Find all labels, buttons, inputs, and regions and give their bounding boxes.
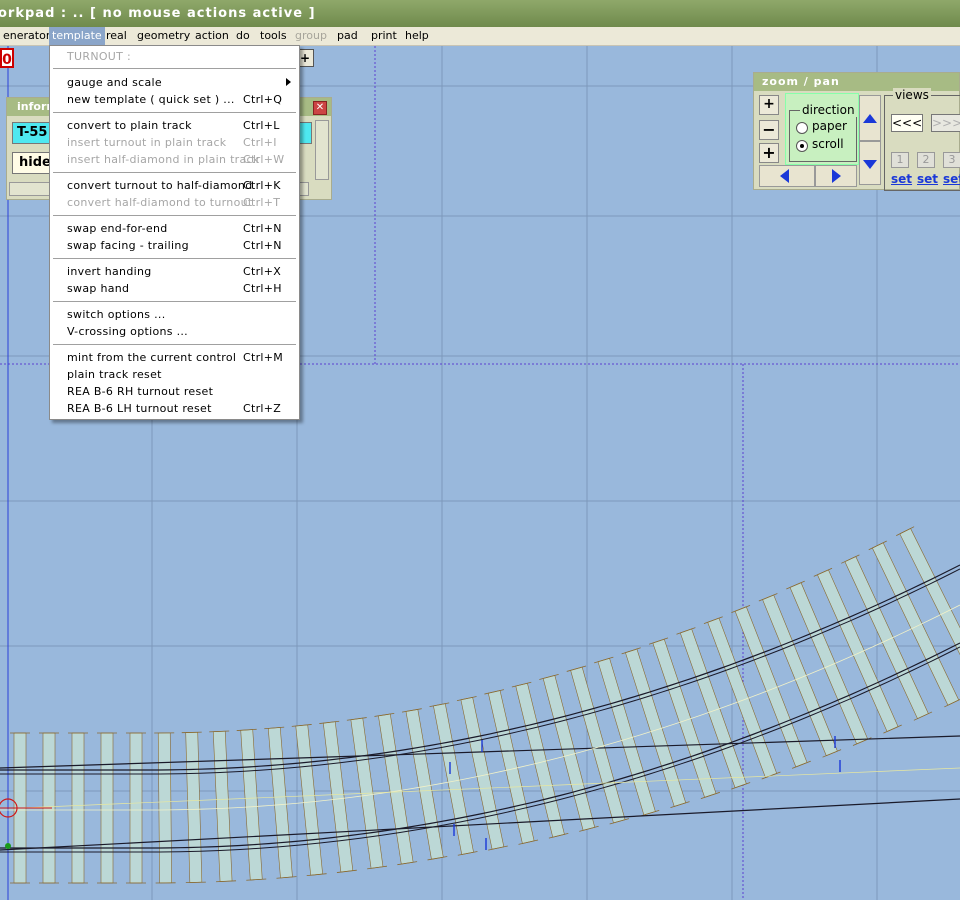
views-label: views <box>893 88 931 102</box>
pan-up-button[interactable] <box>859 95 881 141</box>
sleeper <box>97 732 117 884</box>
views-group: views <<< >>> 1 2 3 set set set <box>884 88 960 191</box>
menu-item-gauge-and-scale[interactable]: gauge and scale <box>50 74 299 91</box>
menu-separator <box>53 215 296 216</box>
window-title: orkpad : .. [ no mouse actions active ] <box>0 6 316 21</box>
sleeper <box>319 720 357 873</box>
sleeper <box>181 731 206 884</box>
pan-down-button[interactable] <box>859 141 881 185</box>
menu-pad[interactable]: pad <box>334 27 361 45</box>
sleeper <box>264 726 297 879</box>
set-view-3-link[interactable]: set <box>943 172 960 186</box>
view-1-button[interactable]: 1 <box>891 152 909 168</box>
paper-radio[interactable] <box>796 122 808 134</box>
pan-right-button[interactable] <box>815 165 857 187</box>
menu-item-new-template[interactable]: new template ( quick set ) ... Ctrl+Q <box>50 91 299 108</box>
zoom-fit-icon[interactable]: + <box>759 95 779 115</box>
set-view-1-link[interactable]: set <box>891 172 912 186</box>
menu-item-swap-facing-trailing[interactable]: swap facing - trailing Ctrl+N <box>50 237 299 254</box>
menu-real[interactable]: real <box>103 27 130 45</box>
view-2-button[interactable]: 2 <box>917 152 935 168</box>
menu-item-convert-to-plain-track[interactable]: convert to plain track Ctrl+L <box>50 117 299 134</box>
scroll-radio[interactable] <box>796 140 808 152</box>
previous-views-button[interactable]: <<< <box>891 114 923 132</box>
next-views-button[interactable]: >>> <box>931 114 960 132</box>
menu-item-mint-from-control[interactable]: mint from the current control Ctrl+M <box>50 349 299 366</box>
direction-label: direction <box>800 103 857 117</box>
menu-print[interactable]: print <box>368 27 400 45</box>
direction-group: direction paper scroll <box>789 103 857 162</box>
direction-box: direction paper scroll <box>785 93 859 165</box>
menu-separator <box>53 301 296 302</box>
menu-item-insert-turnout[interactable]: insert turnout in plain track Ctrl+I <box>50 134 299 151</box>
menu-group[interactable]: group <box>292 27 330 45</box>
left-arrow-icon <box>780 169 789 183</box>
menu-item-insert-half-diamond[interactable]: insert half-diamond in plain track Ctrl+W <box>50 151 299 168</box>
right-arrow-icon <box>832 169 841 183</box>
menu-item-convert-to-half-diamond[interactable]: convert turnout to half-diamond Ctrl+K <box>50 177 299 194</box>
menu-item-swap-end-for-end[interactable]: swap end-for-end Ctrl+N <box>50 220 299 237</box>
zoom-out-button[interactable]: − <box>759 120 779 140</box>
sleeper <box>594 656 660 817</box>
menu-action[interactable]: action <box>192 27 232 45</box>
sleeper <box>154 732 176 884</box>
menu-item-rh-turnout-reset[interactable]: REA B-6 RH turnout reset <box>50 383 299 400</box>
view-3-button[interactable]: 3 <box>943 152 960 168</box>
sleeper <box>126 732 146 884</box>
pan-left-button[interactable] <box>759 165 815 187</box>
menu-separator <box>53 68 296 69</box>
info-vertical-scrollbar[interactable] <box>315 120 329 180</box>
menu-template[interactable]: template <box>49 27 105 45</box>
down-arrow-icon <box>863 160 877 169</box>
menu-separator <box>53 344 296 345</box>
sleeper <box>68 732 88 884</box>
menu-separator <box>53 172 296 173</box>
menu-separator <box>53 112 296 113</box>
menu-item-plain-track-reset[interactable]: plain track reset <box>50 366 299 383</box>
close-icon[interactable]: ✕ <box>313 101 327 115</box>
menu-generator[interactable]: enerator <box>0 27 53 45</box>
menu-header-turnout: TURNOUT : <box>67 50 131 63</box>
paper-radio-label: paper <box>812 119 847 133</box>
zoom-in-button[interactable]: + <box>759 143 779 163</box>
menu-separator <box>53 258 296 259</box>
window-title-bar: orkpad : .. [ no mouse actions active ] <box>0 0 960 27</box>
up-arrow-icon <box>863 114 877 123</box>
rail <box>0 798 960 851</box>
green-peg-icon <box>5 843 11 849</box>
red-indicator-box[interactable]: 0 <box>0 48 14 68</box>
menu-item-invert-handing[interactable]: invert handing Ctrl+X <box>50 263 299 280</box>
zoom-pan-panel: zoom / pan + − + « » direction paper scr… <box>753 72 960 191</box>
scroll-radio-label: scroll <box>812 137 844 151</box>
set-view-2-link[interactable]: set <box>917 172 938 186</box>
sleeper <box>236 728 267 881</box>
sleeper <box>621 647 690 809</box>
menu-item-swap-hand[interactable]: swap hand Ctrl+H <box>50 280 299 297</box>
menu-do[interactable]: do <box>233 27 253 45</box>
template-menu: TURNOUT : gauge and scale new template (… <box>49 45 300 420</box>
menu-item-convert-half-diamond-to-turnout[interactable]: convert half-diamond to turnout Ctrl+T <box>50 194 299 211</box>
sleeper <box>648 637 720 800</box>
sleeper <box>209 730 237 883</box>
menu-item-switch-options[interactable]: switch options ... <box>50 306 299 323</box>
menu-help[interactable]: help <box>402 27 432 45</box>
submenu-arrow-icon <box>286 78 291 86</box>
menu-item-v-crossing-options[interactable]: V-crossing options ... <box>50 323 299 340</box>
menu-bar: enerator template real geometry action d… <box>0 27 960 46</box>
menu-tools[interactable]: tools <box>257 27 290 45</box>
menu-geometry[interactable]: geometry <box>134 27 193 45</box>
menu-item-lh-turnout-reset[interactable]: REA B-6 LH turnout reset Ctrl+Z <box>50 400 299 417</box>
